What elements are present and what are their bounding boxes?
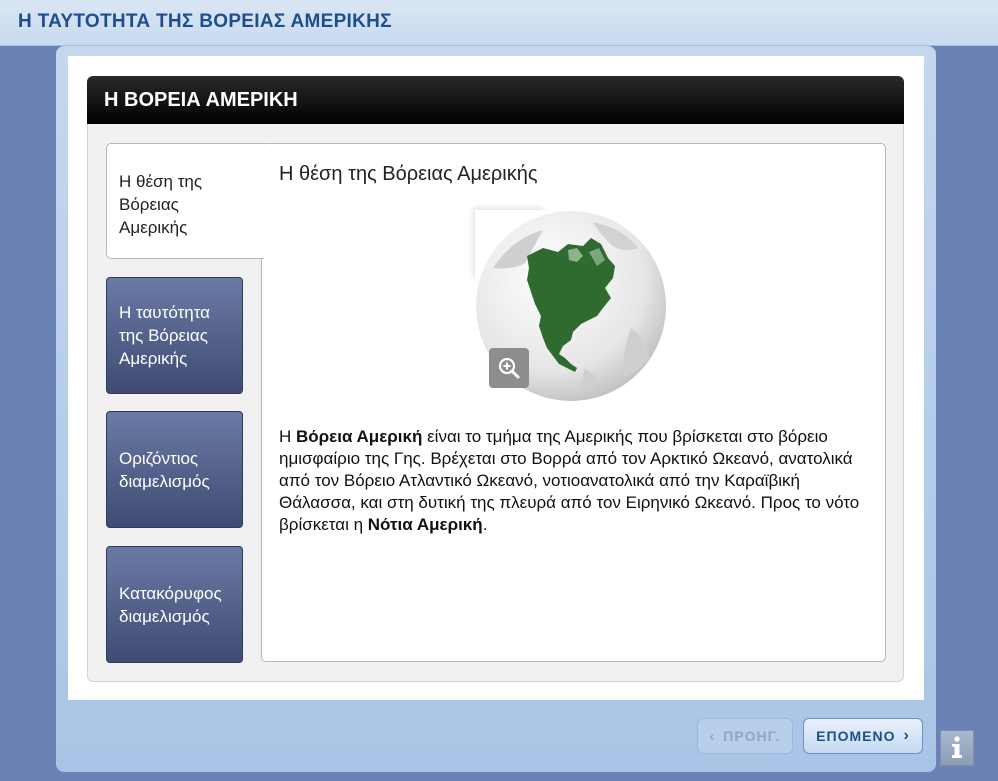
chevron-right-icon: ›	[903, 727, 910, 744]
info-icon	[952, 736, 962, 758]
card-title: Η ΒΟΡΕΙΑ ΑΜΕΡΙΚΗ	[104, 89, 298, 111]
tab-position[interactable]: Η θέση της Βόρειας Αμερικής	[106, 143, 264, 259]
bold-term-south-america: Νότια Αμερική	[367, 515, 483, 534]
bold-term-north-america: Βόρεια Αμερική	[296, 427, 423, 446]
card-header: Η ΒΟΡΕΙΑ ΑΜΕΡΙΚΗ	[87, 76, 904, 124]
body-paragraph: Η Βόρεια Αμερική είναι το τμήμα της Αμερ…	[279, 426, 869, 536]
tab-identity[interactable]: Η ταυτότητα της Βόρειας Αμερικής	[106, 277, 243, 394]
zoom-in-icon	[498, 357, 520, 379]
tab-label: Κατακόρυφος διαμελισμός	[119, 583, 222, 626]
next-label: ΕΠΟΜΕΝΟ	[816, 728, 896, 744]
text-run: .	[482, 515, 488, 534]
prev-button[interactable]: ‹ ΠΡΟΗΓ.	[697, 718, 793, 754]
tab-label: Η ταυτότητα της Βόρειας Αμερικής	[119, 303, 211, 368]
text-run: Η	[279, 427, 296, 446]
tab-label: Οριζόντιος διαμελισμός	[119, 448, 210, 491]
prev-label: ΠΡΟΗΓ.	[723, 728, 781, 744]
tab-label: Η θέση της Βόρειας Αμερικής	[119, 172, 203, 237]
info-button[interactable]	[940, 730, 974, 766]
app-title: Η ΤΑΥΤΟΤΗΤΑ ΤΗΣ ΒΟΡΕΙΑΣ ΑΜΕΡΙΚΗΣ	[18, 11, 392, 32]
next-button[interactable]: ΕΠΟΜΕΝΟ ›	[803, 718, 923, 754]
chevron-left-icon: ‹	[709, 728, 716, 744]
zoom-button[interactable]	[489, 348, 529, 388]
section-heading: Η θέση της Βόρειας Αμερικής	[279, 163, 538, 185]
top-bar: Η ΤΑΥΤΟΤΗΤΑ ΤΗΣ ΒΟΡΕΙΑΣ ΑΜΕΡΙΚΗΣ	[0, 0, 998, 46]
tab-horizontal-division[interactable]: Οριζόντιος διαμελισμός	[106, 411, 243, 528]
tab-vertical-division[interactable]: Κατακόρυφος διαμελισμός	[106, 546, 243, 663]
